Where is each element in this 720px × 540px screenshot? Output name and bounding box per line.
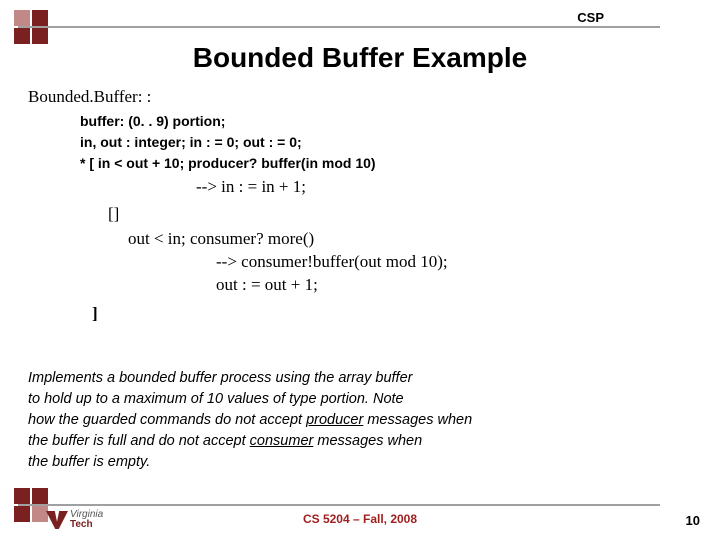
- term-consumer: consumer: [250, 433, 314, 449]
- code-line: --> in : = in + 1;: [196, 176, 692, 199]
- rule-bottom: [18, 504, 660, 506]
- desc-line: to hold up to a maximum of 10 values of …: [28, 389, 680, 410]
- desc-line: the buffer is empty.: [28, 452, 680, 473]
- desc-line: Implements a bounded buffer process usin…: [28, 368, 680, 389]
- code-line: buffer: (0. . 9) portion;: [80, 111, 692, 132]
- code-line: * [ in < out + 10; producer? buffer(in m…: [80, 153, 692, 174]
- code-line: in, out : integer; in : = 0; out : = 0;: [80, 132, 692, 153]
- slide-title: Bounded Buffer Example: [0, 42, 720, 74]
- code-line: out < in; consumer? more(): [128, 228, 692, 251]
- code-definitions: buffer: (0. . 9) portion; in, out : inte…: [80, 111, 692, 174]
- desc-line: the buffer is full and do not accept con…: [28, 431, 680, 452]
- description: Implements a bounded buffer process usin…: [28, 368, 680, 473]
- code-declaration: Bounded.Buffer: :: [28, 86, 692, 109]
- header-label: CSP: [571, 10, 610, 25]
- slide-body: Bounded.Buffer: : buffer: (0. . 9) porti…: [28, 86, 692, 326]
- code-line: --> consumer!buffer(out mod 10);: [216, 251, 692, 274]
- slide: CSP Bounded Buffer Example Bounded.Buffe…: [0, 0, 720, 540]
- term-producer: producer: [306, 412, 363, 428]
- code-separator: []: [108, 203, 692, 226]
- rule-top: [18, 26, 660, 28]
- code-line: out : = out + 1;: [216, 274, 692, 297]
- code-close: ]: [92, 303, 692, 326]
- footer-course: CS 5204 – Fall, 2008: [0, 512, 720, 526]
- page-number: 10: [686, 513, 700, 528]
- desc-line: how the guarded commands do not accept p…: [28, 410, 680, 431]
